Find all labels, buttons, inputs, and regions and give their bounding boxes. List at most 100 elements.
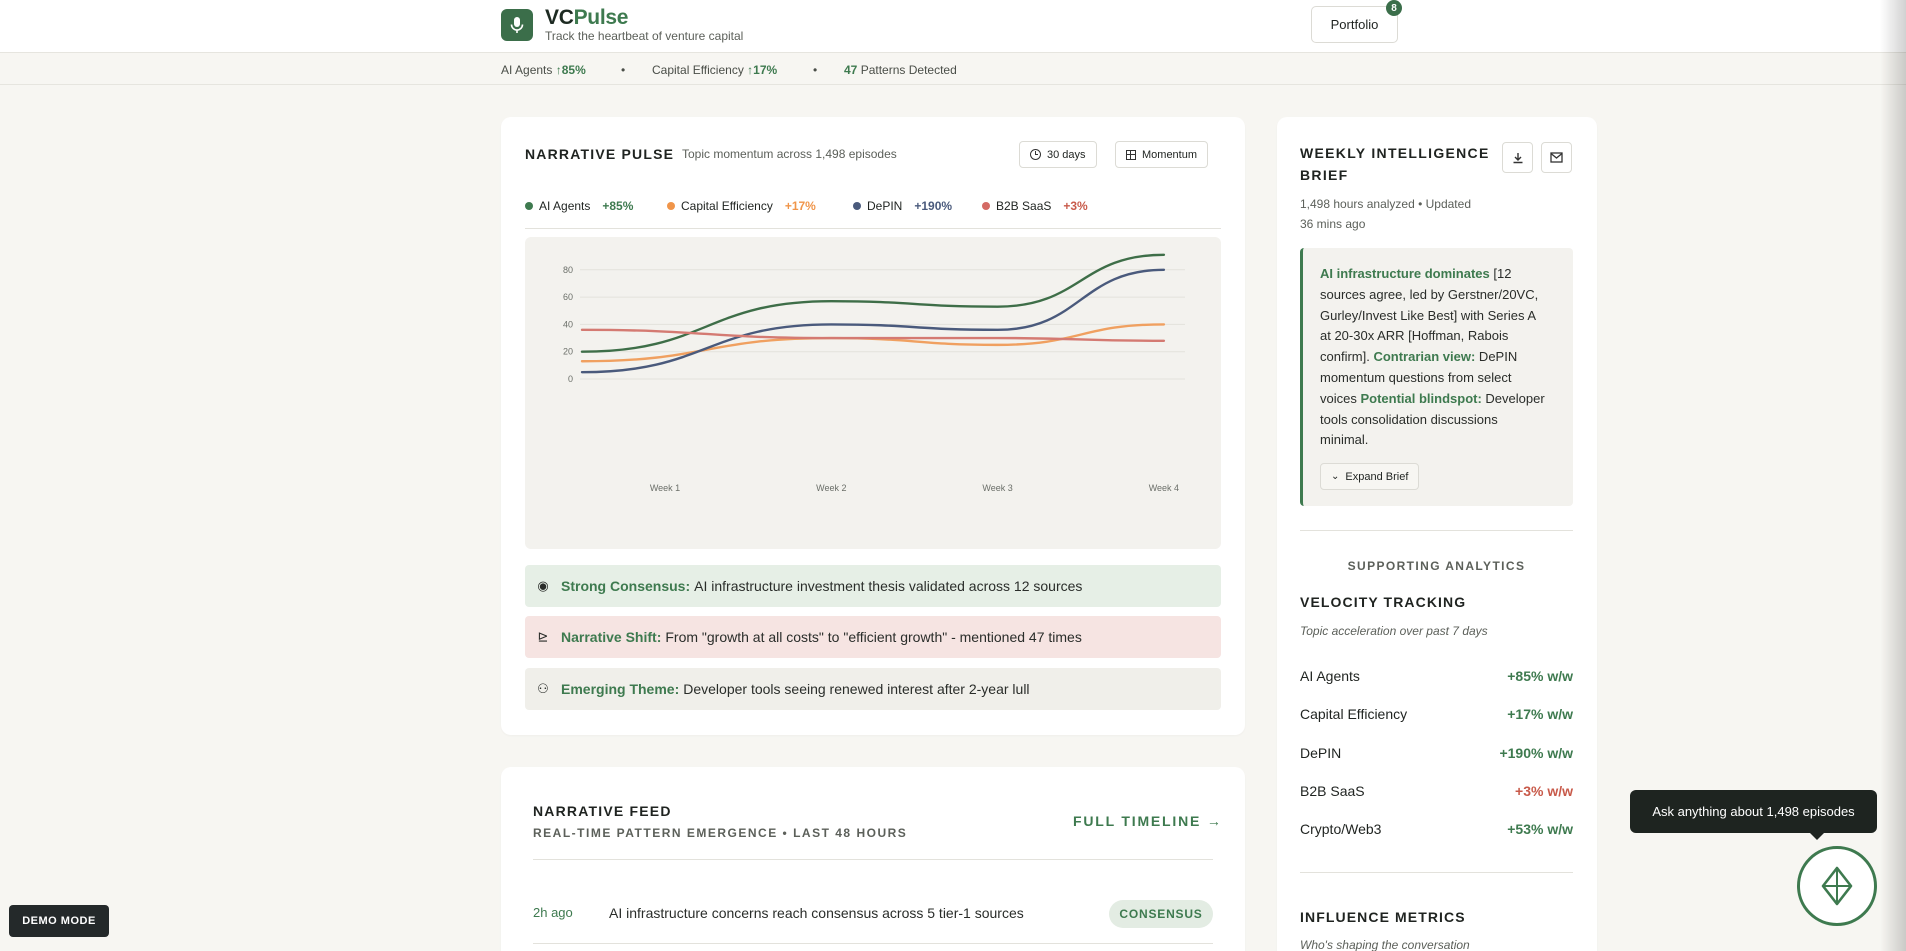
brief-text: [12 bbox=[1489, 266, 1512, 281]
legend-dot bbox=[853, 202, 861, 210]
y-tick-label: 20 bbox=[563, 347, 573, 357]
brief-line: minimal. bbox=[1320, 432, 1369, 448]
expand-brief-label: Expand Brief bbox=[1345, 470, 1409, 483]
legend-change: +190% bbox=[914, 199, 953, 213]
brief-divider bbox=[1300, 530, 1573, 531]
brief-line: Gurley/Invest Like Best] with Series A bbox=[1320, 307, 1537, 323]
narrative-feed-title: NARRATIVE FEED bbox=[533, 803, 672, 819]
brief-title-line: BRIEF bbox=[1300, 167, 1349, 183]
legend-capital-efficiency[interactable]: Capital Efficiency +17% bbox=[667, 199, 816, 213]
velocity-tracking-title: VELOCITY TRACKING bbox=[1300, 594, 1467, 610]
logo-mic-icon[interactable] bbox=[501, 9, 533, 41]
velocity-row-capital-efficiency[interactable]: Capital Efficiency +17% w/w bbox=[1300, 706, 1573, 722]
ticker-separator: • bbox=[813, 63, 818, 77]
velocity-row-depin[interactable]: DePIN +190% w/w bbox=[1300, 745, 1573, 761]
feed-item-time: 2h ago bbox=[533, 905, 573, 920]
brief-line: confirm]. Contrarian view: DePIN bbox=[1320, 347, 1545, 368]
x-tick-label: Week 2 bbox=[816, 483, 846, 493]
portfolio-count-badge: 8 bbox=[1386, 0, 1402, 16]
x-tick-label: Week 1 bbox=[650, 483, 680, 493]
legend-dot bbox=[667, 202, 675, 210]
feed-item-text: AI infrastructure concerns reach consens… bbox=[609, 905, 1024, 921]
brief-line: tools consolidation discussions bbox=[1320, 411, 1498, 427]
target-icon: ◉ bbox=[537, 578, 549, 593]
legend-dot bbox=[982, 202, 990, 210]
velocity-topic: Crypto/Web3 bbox=[1300, 821, 1382, 837]
clock-icon bbox=[1030, 149, 1041, 160]
legend-label: B2B SaaS bbox=[996, 199, 1052, 213]
y-tick-label: 40 bbox=[563, 319, 573, 329]
portfolio-button[interactable]: Portfolio bbox=[1311, 6, 1398, 43]
velocity-topic: B2B SaaS bbox=[1300, 783, 1365, 799]
range-30-days-button[interactable]: 30 days bbox=[1019, 141, 1097, 168]
assistant-button[interactable] bbox=[1797, 846, 1877, 926]
legend-divider bbox=[525, 228, 1221, 229]
ticker-separator: • bbox=[621, 63, 626, 77]
demo-mode-badge[interactable]: DEMO MODE bbox=[9, 905, 109, 937]
velocity-divider bbox=[1300, 872, 1573, 873]
y-tick-label: 80 bbox=[563, 265, 573, 275]
email-brief-button[interactable] bbox=[1541, 142, 1572, 173]
velocity-tracking-subtitle: Topic acceleration over past 7 days bbox=[1300, 624, 1488, 638]
callout-narrative-shift[interactable]: ⊵ Narrative Shift: From "growth at all co… bbox=[525, 616, 1221, 658]
brief-summary-text: AI infrastructure dominates [12 sources … bbox=[1320, 264, 1545, 451]
narrative-pulse-title: NARRATIVE PULSE bbox=[525, 146, 675, 162]
grid-icon bbox=[1126, 149, 1136, 160]
download-brief-button[interactable] bbox=[1502, 142, 1533, 173]
assistant-tooltip: Ask anything about 1,498 episodes bbox=[1630, 790, 1877, 840]
velocity-row-b2b-saas[interactable]: B2B SaaS +3% w/w bbox=[1300, 783, 1573, 799]
velocity-topic: Capital Efficiency bbox=[1300, 706, 1408, 722]
brief-text: Developer bbox=[1481, 390, 1545, 406]
ticker-item-capital-efficiency: Capital Efficiency ↑17% bbox=[652, 63, 778, 77]
series-line-capital-efficiency[interactable] bbox=[580, 323, 1166, 363]
brief-line: sources agree, led by Gerstner/20VC, bbox=[1320, 286, 1539, 302]
velocity-topic: DePIN bbox=[1300, 745, 1342, 761]
narrative-pulse-subtitle: Topic momentum across 1,498 episodes bbox=[682, 147, 897, 161]
legend-change: +17% bbox=[784, 199, 816, 213]
momentum-line-chart: 0 20 40 60 80 Week 1 Week 2 Week 3 Week 4 bbox=[563, 253, 1185, 493]
brief-line: AI infrastructure dominates [12 bbox=[1320, 264, 1545, 285]
sprout-icon: ⚇ bbox=[537, 681, 549, 696]
velocity-value: +3% w/w bbox=[1515, 783, 1573, 799]
legend-b2b-saas[interactable]: B2B SaaS +3% bbox=[982, 199, 1088, 213]
feed-item[interactable]: 2h ago AI infrastructure concerns reach … bbox=[533, 900, 1213, 930]
legend-ai-agents[interactable]: AI Agents +85% bbox=[525, 199, 633, 213]
brief-highlight: Contrarian view: bbox=[1369, 349, 1476, 365]
brand-tagline: Track the heartbeat of venture capital bbox=[545, 29, 744, 43]
full-timeline-link[interactable]: FULL TIMELINE → bbox=[1073, 813, 1223, 829]
velocity-topic: AI Agents bbox=[1300, 668, 1360, 684]
supporting-analytics-heading: SUPPORTING ANALYTICS bbox=[1347, 559, 1526, 573]
brief-meta: 1,498 hours analyzed • Updated 36 mins a… bbox=[1300, 194, 1471, 234]
ticker-item-ai-agents: AI Agents ↑85% bbox=[501, 63, 586, 77]
feed-divider bbox=[533, 859, 1213, 860]
legend-change: +3% bbox=[1063, 199, 1088, 213]
expand-brief-button[interactable]: ⌄ Expand Brief bbox=[1320, 463, 1420, 490]
top-bar: VCPulse Track the heartbeat of venture c… bbox=[0, 0, 1906, 53]
edge-shadow bbox=[1880, 0, 1906, 951]
legend-depin[interactable]: DePIN +190% bbox=[853, 199, 952, 213]
legend-label: AI Agents bbox=[539, 199, 591, 213]
callout-label: Strong Consensus: bbox=[561, 578, 691, 594]
brief-highlight: AI infrastructure dominates bbox=[1320, 266, 1490, 281]
brief-title-line: WEEKLY INTELLIGENCE bbox=[1300, 145, 1490, 161]
chevron-down-icon: ⌄ bbox=[1331, 471, 1340, 482]
influence-metrics-title: INFLUENCE METRICS bbox=[1300, 909, 1466, 925]
callout-strong-consensus[interactable]: ◉ Strong Consensus: AI infrastructure inv… bbox=[525, 565, 1221, 607]
y-tick-label: 0 bbox=[568, 374, 573, 384]
callout-label: Emerging Theme: bbox=[561, 681, 680, 697]
velocity-row-crypto-web3[interactable]: Crypto/Web3 +53% w/w bbox=[1300, 821, 1573, 837]
trend-chart-icon: ⊵ bbox=[537, 629, 549, 644]
mode-label: Momentum bbox=[1142, 148, 1198, 161]
velocity-value: +17% w/w bbox=[1507, 706, 1573, 722]
momentum-view-button[interactable]: Momentum bbox=[1115, 141, 1209, 168]
velocity-row-ai-agents[interactable]: AI Agents +85% w/w bbox=[1300, 668, 1573, 684]
y-tick-label: 60 bbox=[563, 292, 573, 302]
brief-line: momentum questions from select bbox=[1320, 369, 1512, 385]
brief-line: at 20-30x ARR [Hoffman, Rabois bbox=[1320, 328, 1509, 344]
callout-emerging-theme[interactable]: ⚇ Emerging Theme: Developer tools seeing … bbox=[525, 668, 1221, 710]
feed-divider bbox=[533, 943, 1213, 944]
narrative-feed-subtitle: REAL-TIME PATTERN EMERGENCE • LAST 48 HO… bbox=[533, 826, 908, 840]
brief-highlight: Potential blindspot: bbox=[1356, 390, 1482, 406]
mail-icon bbox=[1550, 152, 1563, 163]
brand-name[interactable]: VCPulse bbox=[545, 6, 628, 30]
